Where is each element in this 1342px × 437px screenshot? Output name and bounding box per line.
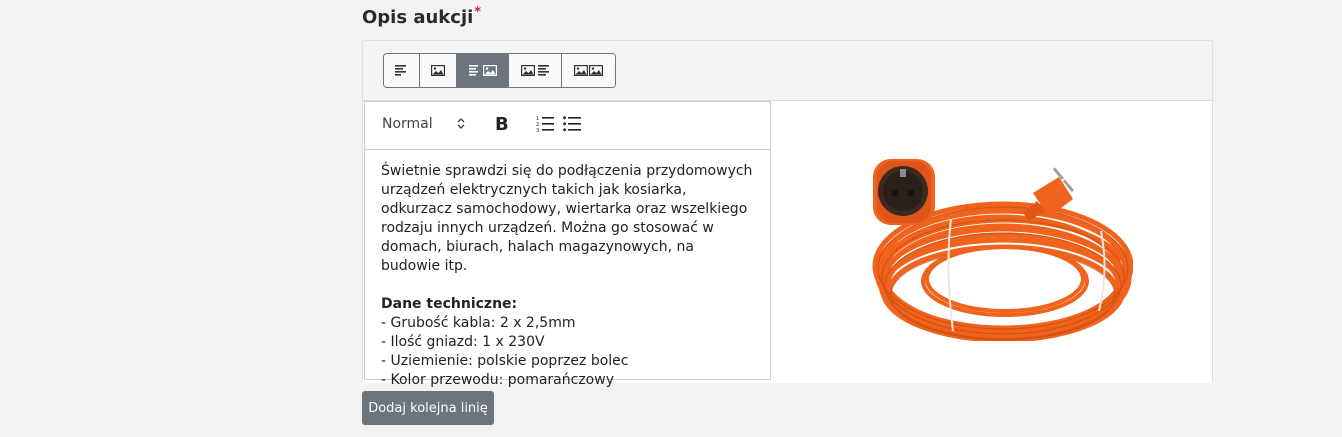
layout-image-text-button[interactable] — [509, 54, 562, 87]
svg-text:3: 3 — [536, 128, 539, 133]
layout-image-image-button[interactable] — [562, 54, 615, 87]
align-left-icon — [395, 65, 406, 76]
tech-line: - Kolor przewodu: pomarańczowy — [381, 372, 614, 388]
editor-toolbar: Normal B 1 2 3 — [365, 102, 770, 150]
section-title-text: Opis aukcji — [362, 7, 474, 28]
layout-text-image-button[interactable] — [457, 54, 509, 87]
image-icon — [431, 65, 445, 76]
tech-line: - Uziemienie: polskie poprzez bolec — [381, 353, 629, 369]
tech-line: - Ilość gniazd: 1 x 230V — [381, 334, 545, 350]
add-line-button[interactable]: Dodaj kolejna linię — [362, 391, 494, 425]
extension-cord-image — [872, 159, 1133, 341]
bold-icon[interactable]: B — [495, 114, 509, 135]
layout-text-only-button[interactable] — [384, 54, 420, 87]
format-select[interactable]: Normal — [382, 116, 433, 132]
section-title: Opis aukcji* — [362, 5, 482, 28]
rich-text-editor: Normal B 1 2 3 Świetnie sprawdzi się do … — [364, 101, 771, 388]
product-image-area[interactable] — [773, 101, 1212, 381]
two-images-icon — [574, 65, 603, 76]
bullet-list-icon[interactable] — [563, 115, 581, 133]
description-panel: Normal B 1 2 3 Świetnie sprawdzi się do … — [362, 40, 1213, 388]
image-text-icon — [521, 65, 549, 76]
description-paragraph: Świetnie sprawdzi się do podłączenia prz… — [381, 163, 753, 274]
tech-line: - Grubość kabla: 2 x 2,5mm — [381, 315, 576, 331]
editor-content[interactable]: Świetnie sprawdzi się do podłączenia prz… — [365, 150, 770, 402]
text-image-icon — [468, 65, 497, 76]
auction-description-section: Opis aukcji* Normal B 1 2 3 Świetnie spr… — [0, 0, 1342, 437]
select-arrows-icon — [457, 118, 465, 129]
content-row: Normal B 1 2 3 Świetnie sprawdzi się do … — [363, 100, 1212, 388]
layout-image-only-button[interactable] — [420, 54, 457, 87]
required-marker: * — [474, 5, 482, 20]
ordered-list-icon[interactable]: 1 2 3 — [536, 115, 554, 133]
layout-toolbar — [383, 53, 616, 88]
tech-heading: Dane techniczne: — [381, 296, 518, 312]
